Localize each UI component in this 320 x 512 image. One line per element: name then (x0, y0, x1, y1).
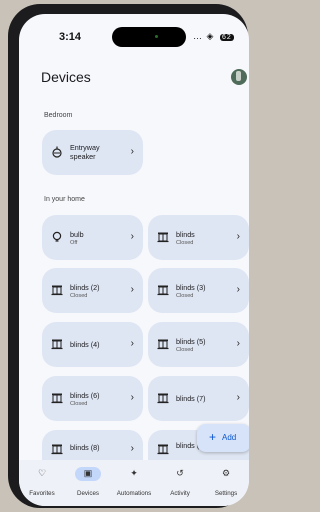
nav-devices[interactable]: ▣ Devices (65, 460, 111, 506)
device-status: Off (70, 240, 78, 246)
plus-icon: + (209, 430, 217, 444)
chevron-right-icon: › (130, 443, 134, 454)
chevron-right-icon: › (130, 338, 134, 349)
device-name: blinds (2) (70, 283, 100, 292)
blinds-icon (51, 339, 63, 350)
device-card-blinds-6[interactable]: blinds (6) Closed › (42, 376, 143, 421)
chevron-right-icon: › (130, 146, 134, 157)
add-button-label: Add (222, 433, 237, 442)
camera-dot (155, 35, 158, 38)
bottom-navigation: ♡ Favorites ▣ Devices ✦ Automations ↺ Ac… (19, 460, 249, 506)
chevron-right-icon: › (236, 338, 240, 349)
page-title: Devices (41, 69, 91, 85)
device-status: Closed (176, 293, 194, 299)
blinds-icon (157, 232, 169, 243)
device-name: blinds (4) (70, 340, 100, 349)
sparkle-icon: ✦ (130, 468, 138, 478)
device-card-bulb[interactable]: bulb Off › (42, 215, 143, 260)
nav-activity[interactable]: ↺ Activity (157, 460, 203, 506)
chevron-right-icon: › (236, 392, 240, 403)
phone-frame: 3:14 … ◈ 62 Devices Bedroom Entryway spea… (8, 4, 249, 508)
speaker-icon (52, 146, 62, 158)
device-card-blinds[interactable]: blinds Closed › (148, 215, 249, 260)
chevron-right-icon: › (130, 284, 134, 295)
signal-icon: … (193, 31, 203, 41)
battery-icon: 62 (219, 34, 234, 41)
gear-icon: ⚙ (221, 468, 231, 478)
device-name: blinds (8) (70, 443, 100, 452)
nav-label: Favorites (29, 490, 55, 497)
history-icon: ↺ (176, 468, 184, 478)
devices-icon: ▣ (83, 468, 93, 478)
nav-label: Devices (76, 490, 99, 497)
device-name-line2: speaker (70, 152, 96, 161)
device-name: blinds (5) (176, 337, 206, 346)
device-name: blinds (3) (176, 283, 206, 292)
blinds-icon (51, 393, 63, 404)
device-card-blinds-4[interactable]: blinds (4) › (42, 322, 143, 367)
status-icons: … ◈ 62 (193, 31, 234, 42)
status-time: 3:14 (59, 31, 82, 43)
nav-label: Automations (116, 490, 152, 497)
device-card-blinds-5[interactable]: blinds (5) Closed › (148, 322, 249, 367)
avatar[interactable] (231, 69, 247, 85)
add-button[interactable]: + Add (197, 424, 249, 452)
blinds-icon (157, 339, 169, 350)
chevron-right-icon: › (236, 231, 240, 242)
device-name-line1: Entryway (70, 143, 100, 152)
device-status: Closed (70, 293, 88, 299)
status-bar: 3:14 … ◈ 62 (19, 14, 249, 54)
blinds-icon (51, 444, 63, 455)
blinds-icon (157, 285, 169, 296)
device-status: Closed (176, 240, 194, 246)
device-name: Entryway speaker (70, 143, 100, 161)
chevron-right-icon: › (130, 231, 134, 242)
chevron-right-icon: › (236, 284, 240, 295)
device-card-blinds-7[interactable]: blinds (7) › (148, 376, 249, 421)
device-name: bulb (70, 230, 84, 239)
blinds-icon (157, 393, 169, 404)
nav-automations[interactable]: ✦ Automations (111, 460, 157, 506)
device-name: blinds (7) (176, 394, 206, 403)
screen: 3:14 … ◈ 62 Devices Bedroom Entryway spea… (19, 14, 249, 506)
blinds-icon (157, 444, 169, 455)
nav-settings[interactable]: ⚙ Settings (203, 460, 249, 506)
section-bedroom: Bedroom (44, 112, 73, 119)
heart-icon: ♡ (37, 468, 47, 478)
nav-favorites[interactable]: ♡ Favorites (19, 460, 65, 506)
device-status: Closed (176, 347, 194, 353)
blinds-icon (51, 285, 63, 296)
wifi-icon: ◈ (206, 31, 215, 41)
bulb-icon (52, 231, 62, 242)
device-name: blinds (6) (70, 391, 100, 400)
nav-label: Settings (214, 490, 238, 497)
device-card-blinds-2[interactable]: blinds (2) Closed › (42, 268, 143, 313)
device-card-entryway-speaker[interactable]: Entryway speaker › (42, 130, 143, 175)
chevron-right-icon: › (130, 392, 134, 403)
dynamic-island (112, 27, 186, 47)
nav-label: Activity (170, 490, 190, 497)
device-status: Closed (70, 401, 88, 407)
device-name: blinds (176, 230, 195, 239)
device-card-blinds-3[interactable]: blinds (3) Closed › (148, 268, 249, 313)
section-home: In your home (44, 196, 85, 203)
